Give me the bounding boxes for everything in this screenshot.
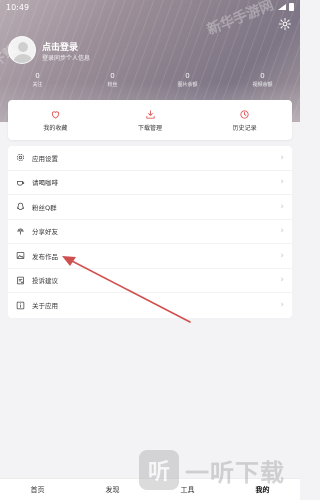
chevron-right-icon: ›	[280, 201, 284, 212]
menu-label: 投诉建议	[32, 277, 58, 286]
stat-value: 0	[110, 72, 115, 80]
image-icon	[16, 252, 25, 260]
heart-icon	[51, 110, 59, 119]
chevron-right-icon: ›	[280, 152, 284, 163]
chevron-right-icon: ›	[280, 226, 284, 237]
chevron-right-icon: ›	[280, 177, 284, 188]
stat-value: 0	[260, 72, 265, 80]
settings-menu: 应用设置 › 请喝咖啡 › 粉丝Q群 › 分享好友 › 发布作品 › 投诉建议 …	[8, 146, 292, 318]
stat-value: 0	[185, 72, 190, 80]
menu-item-buy-coffee[interactable]: 请喝咖啡 ›	[8, 171, 292, 195]
download-icon	[145, 109, 155, 119]
stat-video-balance[interactable]: 0 视频余额	[225, 72, 300, 94]
menu-label: 应用设置	[32, 154, 58, 163]
menu-item-feedback[interactable]: 投诉建议 ›	[8, 269, 292, 293]
chevron-right-icon: ›	[280, 250, 284, 261]
quick-label: 我的收藏	[43, 124, 68, 132]
quick-label: 下载管理	[138, 124, 163, 132]
stat-image-balance[interactable]: 0 图片余额	[150, 72, 225, 94]
watermark-bottom: 听 一听下载	[139, 448, 294, 492]
nav-tab-home[interactable]: 首页	[0, 479, 75, 500]
stat-followers[interactable]: 0 粉丝	[75, 72, 150, 94]
stat-label: 视频余额	[252, 82, 273, 88]
quick-label: 历史记录	[232, 124, 257, 132]
quick-history-button[interactable]: 历史记录	[197, 100, 292, 140]
menu-label: 分享好友	[32, 228, 58, 237]
quick-downloads-button[interactable]: 下载管理	[103, 100, 198, 140]
info-icon	[16, 301, 25, 309]
status-time: 10:49	[6, 2, 30, 12]
quick-favorites-button[interactable]: 我的收藏	[8, 100, 103, 140]
stat-label: 粉丝	[107, 82, 118, 88]
menu-label: 请喝咖啡	[32, 179, 58, 188]
coffee-icon	[17, 180, 25, 186]
chevron-right-icon: ›	[280, 275, 284, 286]
share-icon	[17, 228, 24, 235]
gear-icon	[16, 154, 25, 162]
watermark-logo: 听	[139, 450, 179, 490]
chevron-right-icon: ›	[280, 300, 284, 311]
menu-label: 发布作品	[32, 252, 58, 261]
watermark-text: 一听下载	[185, 458, 285, 487]
menu-label: 粉丝Q群	[32, 203, 57, 212]
menu-item-publish-works[interactable]: 发布作品 ›	[8, 244, 292, 269]
stat-label: 图片余额	[177, 82, 198, 88]
quick-actions-card: 我的收藏 下载管理 历史记录	[8, 100, 292, 140]
feedback-icon	[17, 276, 24, 284]
menu-item-about-app[interactable]: 关于应用 ›	[8, 293, 292, 318]
menu-item-share-friends[interactable]: 分享好友 ›	[8, 220, 292, 244]
menu-label: 关于应用	[32, 302, 58, 311]
menu-item-fan-qq-group[interactable]: 粉丝Q群 ›	[8, 195, 292, 220]
menu-item-app-settings[interactable]: 应用设置 ›	[8, 146, 292, 171]
qq-icon	[17, 203, 24, 211]
history-clock-icon	[240, 109, 249, 119]
